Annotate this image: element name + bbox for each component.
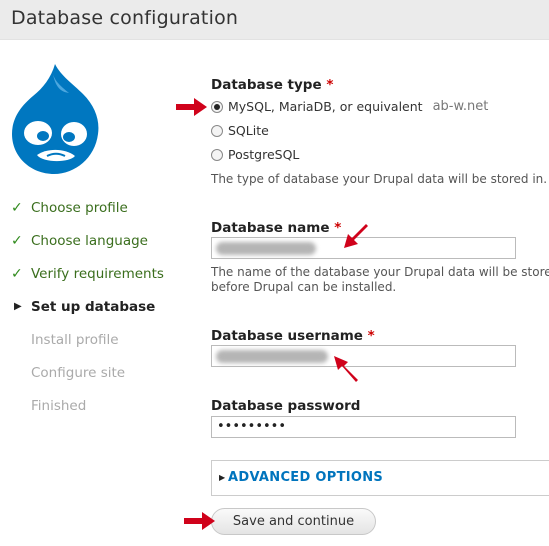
radio-button-selected[interactable]	[211, 100, 223, 113]
radio-button[interactable]	[211, 124, 223, 137]
database-type-label: Database type *	[211, 77, 334, 93]
database-username-input[interactable]	[211, 345, 516, 367]
required-marker: *	[367, 328, 375, 344]
step-label: Install profile	[31, 332, 119, 348]
checkmark-icon: ✓	[11, 266, 23, 282]
step-label: Choose profile	[31, 200, 128, 216]
checkmark-icon: ✓	[11, 200, 23, 216]
step-label: Finished	[31, 398, 87, 414]
database-name-description-line1: The name of the database your Drupal dat…	[211, 265, 549, 279]
database-password-input[interactable]: •••••••••	[211, 416, 516, 438]
radio-postgresql[interactable]: PostgreSQL	[211, 147, 299, 162]
step-label: Set up database	[31, 299, 156, 315]
step-label: Verify requirements	[31, 266, 164, 282]
step-choose-profile: ✓ Choose profile	[11, 199, 201, 232]
required-marker: *	[326, 77, 334, 93]
database-password-label: Database password	[211, 398, 361, 414]
install-steps: ✓ Choose profile ✓ Choose language ✓ Ver…	[11, 199, 201, 430]
database-name-description-line2: before Drupal can be installed.	[211, 280, 397, 294]
checkmark-icon: ✓	[11, 233, 23, 249]
database-username-label: Database username *	[211, 328, 375, 344]
step-label: Choose language	[31, 233, 148, 249]
advanced-options-link[interactable]: ADVANCED OPTIONS	[228, 470, 383, 485]
radio-mysql[interactable]: MySQL, MariaDB, or equivalent ab-w.net	[211, 99, 488, 114]
database-type-description: The type of database your Drupal data wi…	[211, 172, 548, 186]
step-choose-language: ✓ Choose language	[11, 232, 201, 265]
annotation-arrow-icon	[184, 512, 215, 530]
password-dots: •••••••••	[217, 419, 287, 434]
obscured-value	[216, 242, 316, 255]
current-step-triangle-icon: ▶	[14, 301, 22, 312]
step-configure-site: Configure site	[11, 364, 201, 397]
radio-label: MySQL, MariaDB, or equivalent	[228, 99, 423, 114]
watermark-text: ab-w.net	[432, 99, 489, 114]
obscured-value	[216, 350, 328, 363]
advanced-options-toggle[interactable]: ▶ ADVANCED OPTIONS	[211, 460, 549, 496]
expand-triangle-icon: ▶	[219, 473, 226, 482]
step-label: Configure site	[31, 365, 126, 381]
database-name-label: Database name *	[211, 220, 342, 236]
annotation-arrow-icon	[344, 224, 368, 248]
radio-button[interactable]	[211, 148, 223, 161]
annotation-arrow-icon	[176, 98, 207, 116]
step-set-up-database: ▶ Set up database	[11, 298, 201, 331]
save-and-continue-button[interactable]: Save and continue	[211, 508, 376, 535]
step-finished: Finished	[11, 397, 201, 430]
drupal-logo	[9, 62, 101, 176]
page-header: Database configuration	[0, 0, 549, 40]
page-title: Database configuration	[11, 7, 239, 29]
step-install-profile: Install profile	[11, 331, 201, 364]
step-verify-requirements: ✓ Verify requirements	[11, 265, 201, 298]
radio-sqlite[interactable]: SQLite	[211, 123, 269, 138]
radio-label: PostgreSQL	[228, 147, 300, 162]
annotation-arrow-icon	[334, 356, 358, 382]
radio-label: SQLite	[228, 123, 269, 138]
